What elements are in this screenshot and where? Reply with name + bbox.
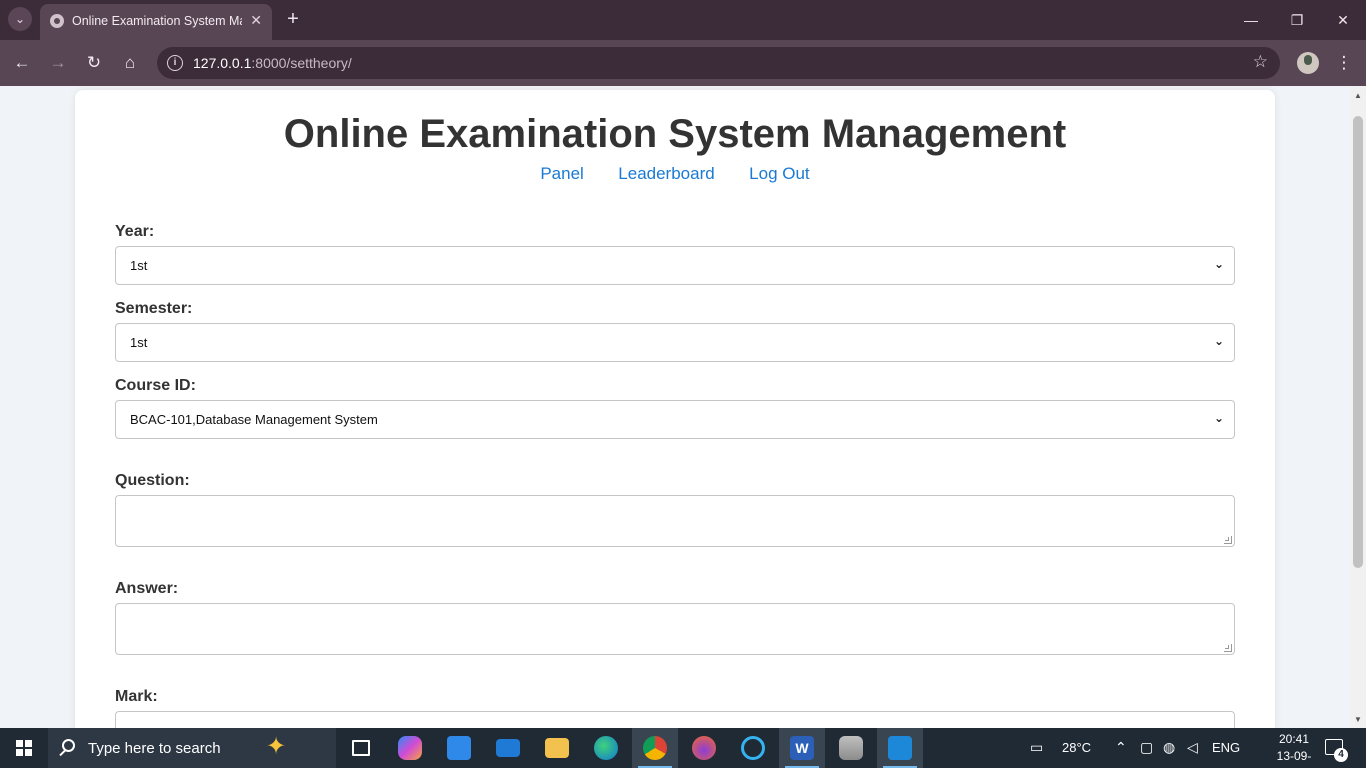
tab-search-button[interactable]: ⌄ (8, 7, 32, 31)
scroll-down-icon[interactable]: ▼ (1350, 712, 1366, 728)
globe-icon (50, 14, 64, 28)
clock-date: 13-09-2024 (1276, 749, 1312, 768)
weather-icon[interactable]: ▭ (1030, 739, 1043, 756)
system-clock[interactable]: 20:41 13-09-2024 (1268, 731, 1320, 768)
year-select-value: 1st (130, 258, 148, 273)
task-view-icon[interactable] (338, 728, 384, 768)
edge-browser-icon[interactable] (583, 728, 629, 768)
page-scrollbar[interactable]: ▲ ▼ (1350, 86, 1366, 728)
chrome-icon[interactable] (632, 728, 678, 768)
chevron-down-icon: ⌄ (1213, 411, 1224, 425)
meet-now-icon[interactable]: ▢ (1140, 739, 1153, 756)
year-label: Year: (115, 223, 155, 240)
taskbar-search-placeholder: Type here to search (88, 740, 221, 757)
answer-label: Answer: (115, 580, 179, 597)
mark-input[interactable] (115, 711, 1235, 728)
course-id-select[interactable]: BCAC-101,Database Management System ⌄ (115, 400, 1235, 439)
windows-taskbar: Type here to search ✦ W ▭ 28°C ⌃ ▢ ◍ ◁ E… (0, 728, 1366, 768)
main-card: Online Examination System Management Pan… (75, 90, 1275, 728)
answer-textarea[interactable] (115, 603, 1235, 655)
home-icon[interactable]: ⌂ (118, 51, 142, 75)
taskbar-search-box[interactable]: Type here to search ✦ (48, 728, 336, 768)
tab-close-icon[interactable]: ✕ (250, 12, 262, 29)
notification-count-badge: 4 (1334, 748, 1348, 762)
resize-grip-icon[interactable] (1224, 644, 1232, 652)
file-explorer-icon[interactable] (534, 728, 580, 768)
tab-title: Online Examination System Ma (72, 14, 242, 28)
browser-tab-strip: ⌄ Online Examination System Ma ✕ + — ❐ ✕ (0, 0, 1366, 40)
mail-icon[interactable] (485, 728, 531, 768)
vscode-icon[interactable] (877, 728, 923, 768)
microsoft-store-icon[interactable] (436, 728, 482, 768)
clock-time: 20:41 (1278, 732, 1310, 746)
new-tab-button[interactable]: + (282, 6, 304, 32)
site-info-icon[interactable]: i (167, 55, 183, 71)
scroll-up-icon[interactable]: ▲ (1350, 88, 1366, 104)
resize-grip-icon[interactable] (1224, 536, 1232, 544)
browser-toolbar: ← → ↻ ⌂ i 127.0.0.1:8000/settheory/ ☆ ⋮ (0, 40, 1366, 86)
address-bar[interactable]: i 127.0.0.1:8000/settheory/ ☆ (157, 47, 1280, 79)
copilot-icon[interactable] (387, 728, 433, 768)
profile-avatar[interactable] (1297, 52, 1319, 74)
year-select[interactable]: 1st ⌄ (115, 246, 1235, 285)
reload-icon[interactable]: ↻ (82, 51, 106, 75)
cortana-icon[interactable] (730, 728, 776, 768)
back-arrow-icon[interactable]: ← (10, 51, 34, 75)
chevron-down-icon: ⌄ (1213, 334, 1224, 348)
browser-menu-icon[interactable]: ⋮ (1334, 51, 1354, 75)
nav-link-leaderboard[interactable]: Leaderboard (618, 164, 714, 184)
restore-button[interactable]: ❐ (1274, 8, 1320, 32)
weather-temperature[interactable]: 28°C (1062, 740, 1091, 755)
question-textarea[interactable] (115, 495, 1235, 547)
page-title: Online Examination System Management (283, 112, 1067, 156)
copilot-sparkle-icon: ✦ (266, 733, 287, 760)
speaker-icon[interactable]: ◁ (1187, 739, 1198, 756)
nav-link-panel[interactable]: Panel (540, 164, 583, 184)
search-icon (62, 739, 75, 752)
top-nav: Panel Leaderboard Log Out (75, 164, 1275, 184)
network-globe-icon[interactable]: ◍ (1163, 739, 1175, 756)
chevron-up-icon[interactable]: ⌃ (1115, 739, 1127, 756)
page-viewport: Online Examination System Management Pan… (0, 86, 1350, 728)
semester-select-value: 1st (130, 335, 148, 350)
chevron-down-icon: ⌄ (1213, 257, 1224, 271)
start-button[interactable] (0, 728, 48, 768)
forward-arrow-icon[interactable]: → (46, 51, 70, 75)
firefox-icon[interactable] (681, 728, 727, 768)
semester-label: Semester: (115, 300, 193, 317)
nav-link-logout[interactable]: Log Out (749, 164, 810, 184)
browser-tab[interactable]: Online Examination System Ma ✕ (40, 4, 272, 40)
word-icon[interactable]: W (779, 728, 825, 768)
url-text: 127.0.0.1:8000/settheory/ (193, 55, 352, 71)
mark-label: Mark: (115, 688, 158, 705)
course-id-select-value: BCAC-101,Database Management System (130, 412, 378, 427)
database-icon[interactable] (828, 728, 874, 768)
language-indicator[interactable]: ENG (1212, 740, 1240, 755)
course-id-label: Course ID: (115, 377, 196, 394)
close-window-button[interactable]: ✕ (1320, 8, 1366, 32)
minimize-button[interactable]: — (1228, 8, 1274, 32)
question-label: Question: (115, 472, 190, 489)
semester-select[interactable]: 1st ⌄ (115, 323, 1235, 362)
bookmark-star-icon[interactable]: ☆ (1253, 52, 1268, 72)
windows-logo-icon (16, 740, 32, 756)
scroll-thumb[interactable] (1353, 116, 1363, 568)
